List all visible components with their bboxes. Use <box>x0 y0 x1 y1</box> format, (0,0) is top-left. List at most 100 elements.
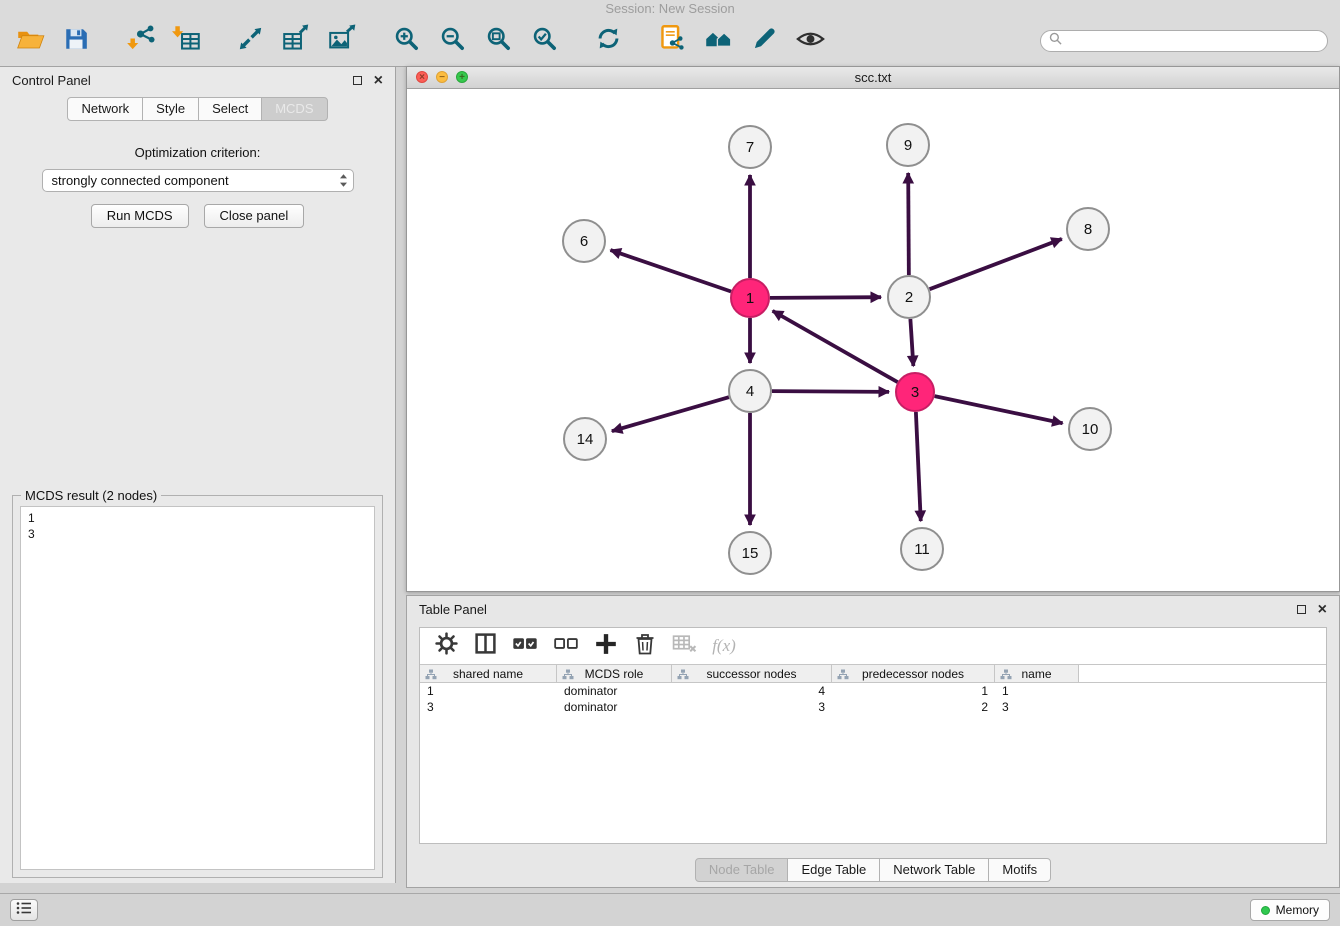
table-panel-header: Table Panel × <box>407 596 1339 623</box>
search-input[interactable] <box>1067 34 1319 48</box>
home-button[interactable] <box>700 23 736 59</box>
graph-node-11[interactable]: 11 <box>901 528 943 570</box>
graph-node-10[interactable]: 10 <box>1069 408 1111 450</box>
table-body: 1dominator4113dominator323 <box>420 683 1326 715</box>
zoom-selected-button[interactable] <box>526 23 562 59</box>
column-layout-button[interactable] <box>473 634 497 658</box>
graph-edge-3-1[interactable] <box>773 311 898 382</box>
node-label: 2 <box>905 289 913 306</box>
node-label: 1 <box>746 290 754 307</box>
close-window-button[interactable]: × <box>416 71 428 83</box>
column-header-name[interactable]: name <box>995 665 1079 682</box>
optimization-dropdown[interactable]: strongly connected component <box>42 169 354 192</box>
network-arrows-button[interactable] <box>232 23 268 59</box>
column-header-mcds-role[interactable]: MCDS role <box>557 665 672 682</box>
toolbar-group <box>590 23 626 59</box>
network-graph-canvas[interactable]: 7 9 6 8 1 2 4 3 14 10 15 11 <box>407 89 1339 591</box>
control-tab-network[interactable]: Network <box>67 97 143 121</box>
delete-table-button[interactable] <box>672 634 697 658</box>
import-network-button[interactable] <box>122 23 158 59</box>
search-box[interactable] <box>1040 30 1328 52</box>
show-panels-button[interactable] <box>10 899 38 921</box>
minimize-window-button[interactable]: − <box>436 71 448 83</box>
table-header-row: shared nameMCDS role successor nodes prede… <box>420 664 1326 683</box>
select-all-button[interactable] <box>512 634 538 658</box>
graph-edge-2-9[interactable] <box>908 173 909 275</box>
open-folder-icon <box>16 25 45 57</box>
graph-edge-4-14[interactable] <box>612 397 729 431</box>
export-image-button[interactable] <box>324 23 360 59</box>
close-panel-button[interactable]: Close panel <box>204 204 305 228</box>
list-icon <box>16 901 32 920</box>
graph-edge-1-6[interactable] <box>610 250 731 291</box>
table-row[interactable]: 3dominator323 <box>420 699 1326 715</box>
memory-button[interactable]: Memory <box>1250 899 1330 921</box>
graph-node-7[interactable]: 7 <box>729 126 771 168</box>
close-panel-icon[interactable]: × <box>374 76 383 86</box>
zoom-fit-button[interactable] <box>480 23 516 59</box>
export-table-button[interactable] <box>278 23 314 59</box>
node-label: 10 <box>1082 421 1099 438</box>
table-row[interactable]: 1dominator411 <box>420 683 1326 699</box>
trash-button[interactable] <box>633 634 657 658</box>
column-header-predecessor-nodes[interactable]: predecessor nodes <box>832 665 995 682</box>
add-button[interactable] <box>594 634 618 658</box>
mcds-result-box: MCDS result (2 nodes) 13 <box>12 495 383 878</box>
control-tab-select[interactable]: Select <box>198 97 262 121</box>
column-header-label: successor nodes <box>706 667 796 681</box>
graph-edge-2-8[interactable] <box>930 239 1062 289</box>
graph-node-14[interactable]: 14 <box>564 418 606 460</box>
zoom-in-button[interactable] <box>388 23 424 59</box>
eye-button[interactable] <box>792 23 828 59</box>
table-cell: 1 <box>420 683 557 699</box>
import-table-button[interactable] <box>168 23 204 59</box>
tab-motifs[interactable]: Motifs <box>988 858 1051 882</box>
graph-node-4[interactable]: 4 <box>729 370 771 412</box>
column-header-successor-nodes[interactable]: successor nodes <box>672 665 832 682</box>
graph-node-9[interactable]: 9 <box>887 124 929 166</box>
control-tab-mcds[interactable]: MCDS <box>261 97 327 121</box>
zoom-window-button[interactable]: + <box>456 71 468 83</box>
graph-edge-2-3[interactable] <box>910 319 913 366</box>
tab-edge-table[interactable]: Edge Table <box>787 858 880 882</box>
tab-node-table[interactable]: Node Table <box>695 858 789 882</box>
export-table-icon <box>282 24 311 58</box>
tab-network-table[interactable]: Network Table <box>879 858 989 882</box>
table-cell: 3 <box>672 699 832 715</box>
graph-node-1[interactable]: 1 <box>731 279 769 317</box>
clipboard-network-button[interactable] <box>654 23 690 59</box>
annotate-button[interactable] <box>746 23 782 59</box>
settings-gear-icon <box>435 632 458 660</box>
unselect-all-button[interactable] <box>553 634 579 658</box>
graph-edge-3-11[interactable] <box>916 412 921 521</box>
run-mcds-button[interactable]: Run MCDS <box>91 204 189 228</box>
annotate-icon <box>751 25 778 57</box>
graph-edge-4-3[interactable] <box>772 391 889 392</box>
memory-status-dot <box>1261 906 1270 915</box>
column-header-shared-name[interactable]: shared name <box>420 665 557 682</box>
zoom-out-button[interactable] <box>434 23 470 59</box>
table-cell: 2 <box>832 699 995 715</box>
float-table-panel-button[interactable] <box>1297 605 1306 614</box>
function-button[interactable]: f(x) <box>712 634 736 658</box>
sort-icon <box>837 669 849 683</box>
column-header-label: predecessor nodes <box>862 667 964 681</box>
toolbar-groups <box>12 23 856 59</box>
save-button[interactable] <box>58 23 94 59</box>
close-table-panel-icon[interactable]: × <box>1318 605 1327 615</box>
main-toolbar <box>0 16 1340 67</box>
table-cell: 1 <box>832 683 995 699</box>
open-folder-button[interactable] <box>12 23 48 59</box>
graph-node-6[interactable]: 6 <box>563 220 605 262</box>
control-tab-style[interactable]: Style <box>142 97 199 121</box>
node-label: 8 <box>1084 221 1092 238</box>
graph-edge-1-2[interactable] <box>770 297 881 298</box>
graph-node-15[interactable]: 15 <box>729 532 771 574</box>
settings-gear-button[interactable] <box>434 634 458 658</box>
graph-edge-3-10[interactable] <box>935 396 1063 423</box>
refresh-button[interactable] <box>590 23 626 59</box>
float-panel-button[interactable] <box>353 76 362 85</box>
graph-node-3[interactable]: 3 <box>896 373 934 411</box>
graph-node-2[interactable]: 2 <box>888 276 930 318</box>
graph-node-8[interactable]: 8 <box>1067 208 1109 250</box>
